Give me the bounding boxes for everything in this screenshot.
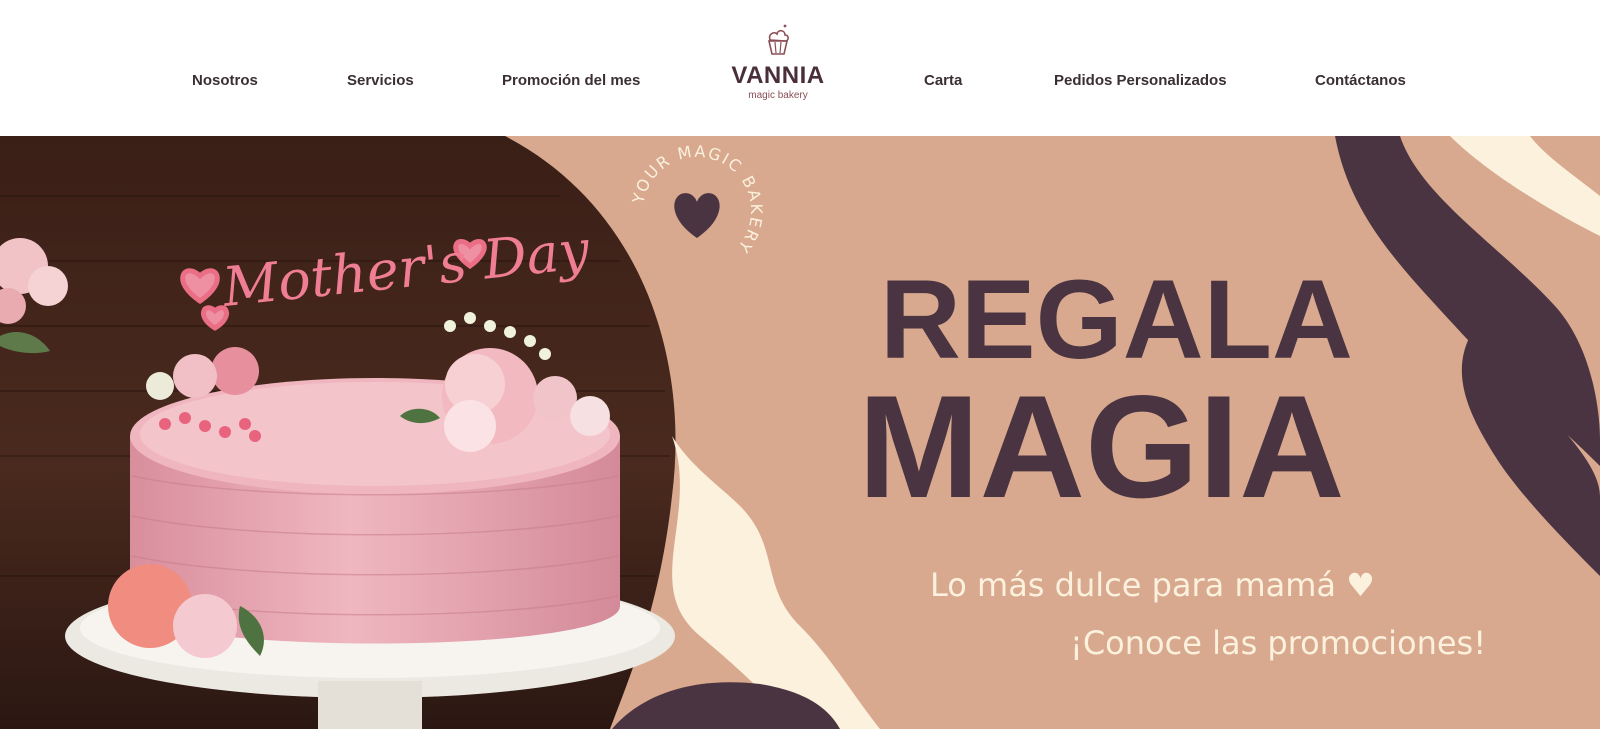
nav-promocion-del-mes[interactable]: Promoción del mes [502,72,640,89]
subtitle-line2[interactable]: ¡Conoce las promociones! [1070,624,1486,662]
hero-banner[interactable]: Mother's Day YOUR MAGIC BAKERY REGALA MA… [0,136,1600,729]
site-logo[interactable]: VANNIA magic bakery [718,22,838,108]
magic-bakery-badge: YOUR MAGIC BAKERY [628,142,766,258]
nav-servicios[interactable]: Servicios [347,72,414,89]
logo-wordmark: VANNIA [731,62,825,89]
heart-icon [674,193,720,238]
headline-line1: REGALA [880,257,1353,382]
subtitle-line1: Lo más dulce para mamá ♥ [930,566,1375,604]
nav-carta[interactable]: Carta [924,72,962,89]
site-header: Nosotros Servicios Promoción del mes VAN… [0,0,1600,136]
nav-pedidos-personalizados[interactable]: Pedidos Personalizados [1054,72,1227,89]
cupcake-icon [767,24,789,55]
logo-tagline: magic bakery [748,90,808,101]
nav-nosotros[interactable]: Nosotros [192,72,258,89]
headline-line2: MAGIA [858,365,1345,528]
nav-contactanos[interactable]: Contáctanos [1315,72,1406,89]
badge-ring-text: YOUR MAGIC BAKERY [628,142,766,258]
